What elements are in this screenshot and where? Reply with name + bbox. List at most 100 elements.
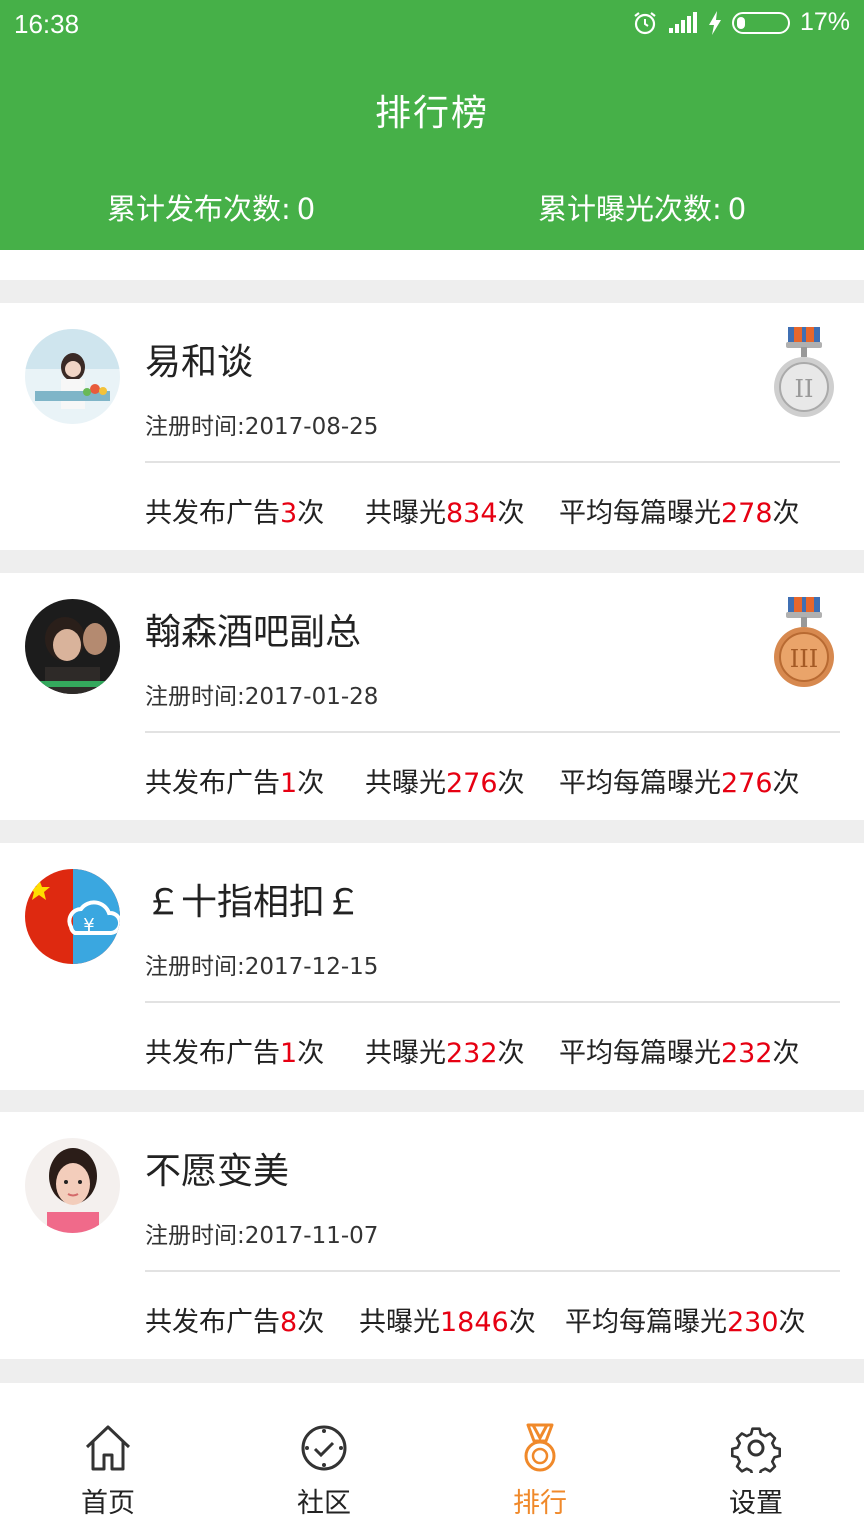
- nav-home-label: 首页: [81, 1488, 135, 1519]
- divider: [145, 731, 840, 733]
- total-exposure-label: 累计曝光次数:: [538, 192, 722, 226]
- medal-icon: [524, 1423, 556, 1472]
- avg-exposure: 平均每篇曝光276次: [559, 761, 800, 800]
- exposure-count: 共曝光834次: [365, 491, 525, 530]
- posts-count: 共发布广告3次: [145, 491, 324, 530]
- user-name: ￡十指相扣￡: [145, 882, 362, 923]
- nav-settings-label: 设置: [729, 1488, 783, 1519]
- total-posts-label: 累计发布次数:: [107, 192, 291, 226]
- posts-value: 1: [280, 1038, 298, 1069]
- reg-date: 2017-01-28: [244, 684, 379, 710]
- user-name: 易和谈: [145, 342, 254, 383]
- registration-date: 注册时间:2017-11-07: [145, 1216, 378, 1250]
- posts-count: 共发布广告8次: [145, 1300, 324, 1339]
- battery-level: 17%: [799, 8, 850, 36]
- nav-community[interactable]: 社区: [216, 1383, 432, 1536]
- times-suffix: 次: [297, 768, 325, 799]
- compass-icon: [301, 1425, 347, 1471]
- gear-icon: [731, 1427, 781, 1473]
- posts-value: 1: [280, 768, 298, 799]
- posts-prefix: 共发布广告: [145, 768, 280, 799]
- bronze-medal-icon: III: [774, 597, 834, 687]
- avg-value: 232: [721, 1038, 773, 1069]
- reg-label: 注册时间:: [145, 684, 245, 710]
- total-posts: 累计发布次数: 0: [107, 186, 315, 228]
- avg-value: 276: [721, 768, 773, 799]
- divider: [145, 1001, 840, 1003]
- exposure-prefix: 共曝光: [365, 1038, 446, 1069]
- exposure-prefix: 共曝光: [359, 1307, 440, 1338]
- avg-value: 278: [721, 498, 773, 529]
- nav-settings[interactable]: 设置: [648, 1383, 864, 1536]
- status-time: 16:38: [14, 9, 80, 39]
- user-name: 翰森酒吧副总: [145, 612, 362, 653]
- times-suffix: 次: [772, 498, 800, 529]
- exposure-count: 共曝光232次: [365, 1031, 525, 1070]
- list-item-partial: [0, 250, 864, 280]
- avg-prefix: 平均每篇曝光: [565, 1307, 727, 1338]
- list-item[interactable]: 翰森酒吧副总 注册时间:2017-01-28 III 共发布广告1次 共曝光27…: [0, 573, 864, 820]
- registration-date: 注册时间:2017-01-28: [145, 677, 378, 711]
- avatar: ¥: [25, 869, 120, 964]
- total-exposure: 累计曝光次数: 0: [538, 186, 746, 228]
- nav-ranking[interactable]: 排行: [432, 1383, 648, 1536]
- header: 16:38 17% 排行榜 累计发布次数: 0 累计曝光次数: 0: [0, 0, 864, 250]
- nav-community-label: 社区: [297, 1488, 351, 1519]
- avg-prefix: 平均每篇曝光: [559, 768, 721, 799]
- silver-medal-icon: II: [774, 327, 834, 417]
- svg-text:III: III: [790, 645, 818, 673]
- user-name: 不愿变美: [145, 1151, 290, 1192]
- times-suffix: 次: [297, 1038, 325, 1069]
- reg-label: 注册时间:: [145, 954, 245, 980]
- list-item[interactable]: 易和谈 注册时间:2017-08-25 II 共发布广告3次 共曝光834次 平…: [0, 303, 864, 550]
- posts-value: 3: [280, 498, 298, 529]
- posts-value: 8: [280, 1307, 298, 1338]
- posts-prefix: 共发布广告: [145, 1038, 280, 1069]
- bottom-nav: 首页 社区 排行 设置: [0, 1383, 864, 1536]
- signal-icon: [668, 11, 698, 34]
- times-suffix: 次: [772, 768, 800, 799]
- page-title: 排行榜: [374, 93, 489, 134]
- posts-prefix: 共发布广告: [145, 1307, 280, 1338]
- posts-count: 共发布广告1次: [145, 761, 324, 800]
- list-item[interactable]: ¥ ￡十指相扣￡ 注册时间:2017-12-15 共发布广告1次 共曝光232次…: [0, 843, 864, 1090]
- times-suffix: 次: [297, 1307, 325, 1338]
- times-suffix: 次: [772, 1038, 800, 1069]
- reg-date: 2017-12-15: [244, 954, 379, 980]
- posts-prefix: 共发布广告: [145, 498, 280, 529]
- posts-count: 共发布广告1次: [145, 1031, 324, 1070]
- charging-icon: [708, 10, 722, 35]
- total-exposure-value: 0: [727, 192, 747, 226]
- status-bar: 16:38 17%: [0, 0, 864, 50]
- times-suffix: 次: [508, 1307, 536, 1338]
- reg-label: 注册时间:: [145, 414, 245, 440]
- times-suffix: 次: [497, 498, 525, 529]
- times-suffix: 次: [778, 1307, 806, 1338]
- svg-text:II: II: [795, 375, 814, 403]
- alarm-icon: [632, 10, 658, 36]
- avg-exposure: 平均每篇曝光230次: [565, 1300, 806, 1339]
- reg-date: 2017-11-07: [244, 1223, 379, 1249]
- battery-icon: [731, 11, 790, 34]
- exposure-prefix: 共曝光: [365, 768, 446, 799]
- avatar: [25, 599, 120, 694]
- avg-prefix: 平均每篇曝光: [559, 498, 721, 529]
- registration-date: 注册时间:2017-12-15: [145, 947, 378, 981]
- reg-label: 注册时间:: [145, 1223, 245, 1249]
- exposure-value: 276: [446, 768, 498, 799]
- nav-home[interactable]: 首页: [0, 1383, 216, 1536]
- avg-exposure: 平均每篇曝光278次: [559, 491, 800, 530]
- avatar: [25, 1138, 120, 1233]
- svg-text:¥: ¥: [83, 915, 94, 936]
- list-item[interactable]: 不愿变美 注册时间:2017-11-07 共发布广告8次 共曝光1846次 平均…: [0, 1112, 864, 1359]
- exposure-count: 共曝光1846次: [359, 1300, 536, 1339]
- exposure-count: 共曝光276次: [365, 761, 525, 800]
- registration-date: 注册时间:2017-08-25: [145, 407, 378, 441]
- times-suffix: 次: [297, 498, 325, 529]
- avg-value: 230: [727, 1307, 779, 1338]
- exposure-value: 232: [446, 1038, 498, 1069]
- nav-ranking-label: 排行: [513, 1488, 567, 1519]
- status-icons: 17%: [632, 8, 850, 37]
- avg-prefix: 平均每篇曝光: [559, 1038, 721, 1069]
- avg-exposure: 平均每篇曝光232次: [559, 1031, 800, 1070]
